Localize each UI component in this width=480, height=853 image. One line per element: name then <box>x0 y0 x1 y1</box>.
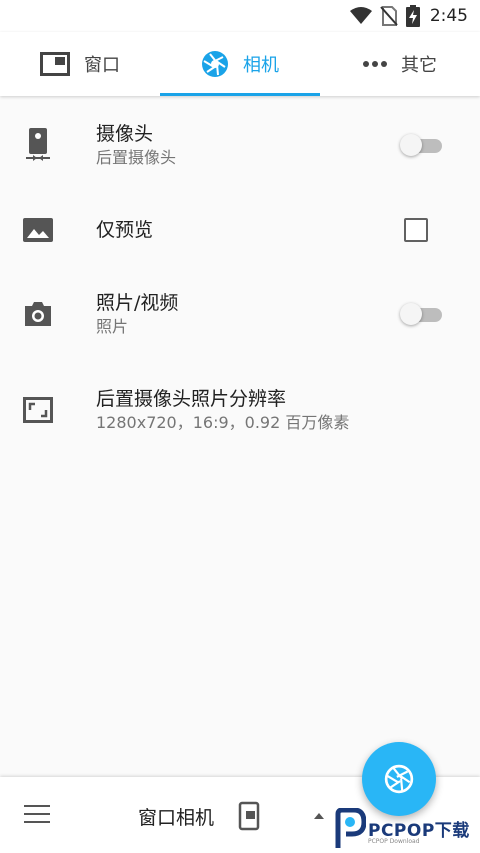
bottom-title: 窗口相机 <box>138 807 215 829</box>
tab-camera[interactable]: 相机 <box>160 32 320 96</box>
setting-photo-video-subtitle: 照片 <box>96 317 129 336</box>
tab-window[interactable]: 窗口 <box>0 32 160 96</box>
wifi-icon <box>349 7 372 24</box>
setting-photo-video[interactable]: 照片/视频 照片 <box>0 266 480 362</box>
setting-camera[interactable]: 摄像头 后置摄像头 <box>0 96 480 194</box>
setting-camera-title: 摄像头 <box>96 123 154 145</box>
setting-photo-resolution-title: 后置摄像头照片分辨率 <box>96 388 287 410</box>
tab-camera-label: 相机 <box>243 55 279 76</box>
tab-other[interactable]: 其它 <box>320 32 480 96</box>
tab-other-label: 其它 <box>401 55 437 76</box>
menu-icon[interactable] <box>24 805 50 825</box>
camera-switch-phone-icon <box>22 128 54 161</box>
setting-photo-resolution[interactable]: 后置摄像头照片分辨率 1280x720，16:9，0.92 百万像素 <box>0 362 480 458</box>
setting-photo-resolution-subtitle: 1280x720，16:9，0.92 百万像素 <box>96 413 350 432</box>
pcpop-logo-icon <box>335 808 366 848</box>
tab-bar: 窗口 相机 其它 <box>0 32 480 96</box>
preview-only-checkbox[interactable] <box>404 218 428 242</box>
aperture-icon <box>384 764 414 794</box>
phone-camera-icon[interactable] <box>238 801 260 831</box>
setting-camera-subtitle: 后置摄像头 <box>96 148 177 167</box>
more-dots-icon <box>363 61 387 67</box>
status-bar: 2:45 <box>0 0 480 32</box>
shutter-button[interactable] <box>362 742 436 816</box>
window-icon <box>40 52 70 76</box>
setting-photo-video-title: 照片/视频 <box>96 292 179 314</box>
photo-video-toggle[interactable] <box>400 303 444 325</box>
aperture-icon <box>202 51 228 77</box>
camera-icon <box>22 298 54 330</box>
settings-list: 摄像头 后置摄像头 仅预览 照片/视频 照片 后置摄像头照片分辨率 1280x7… <box>0 96 480 458</box>
tab-window-label: 窗口 <box>84 55 120 76</box>
setting-preview-only[interactable]: 仅预览 <box>0 194 480 266</box>
aspect-ratio-icon <box>22 394 54 426</box>
no-sim-icon <box>380 6 398 26</box>
watermark-small-text: PCPOP Download <box>368 838 420 845</box>
status-time: 2:45 <box>429 6 468 26</box>
camera-toggle[interactable] <box>400 134 444 156</box>
setting-preview-only-title: 仅预览 <box>96 219 154 241</box>
expand-up-icon[interactable] <box>314 813 324 819</box>
watermark: PCPOP下载 PCPOP Download <box>334 808 480 853</box>
image-icon <box>22 214 54 246</box>
battery-charging-icon <box>405 5 420 27</box>
